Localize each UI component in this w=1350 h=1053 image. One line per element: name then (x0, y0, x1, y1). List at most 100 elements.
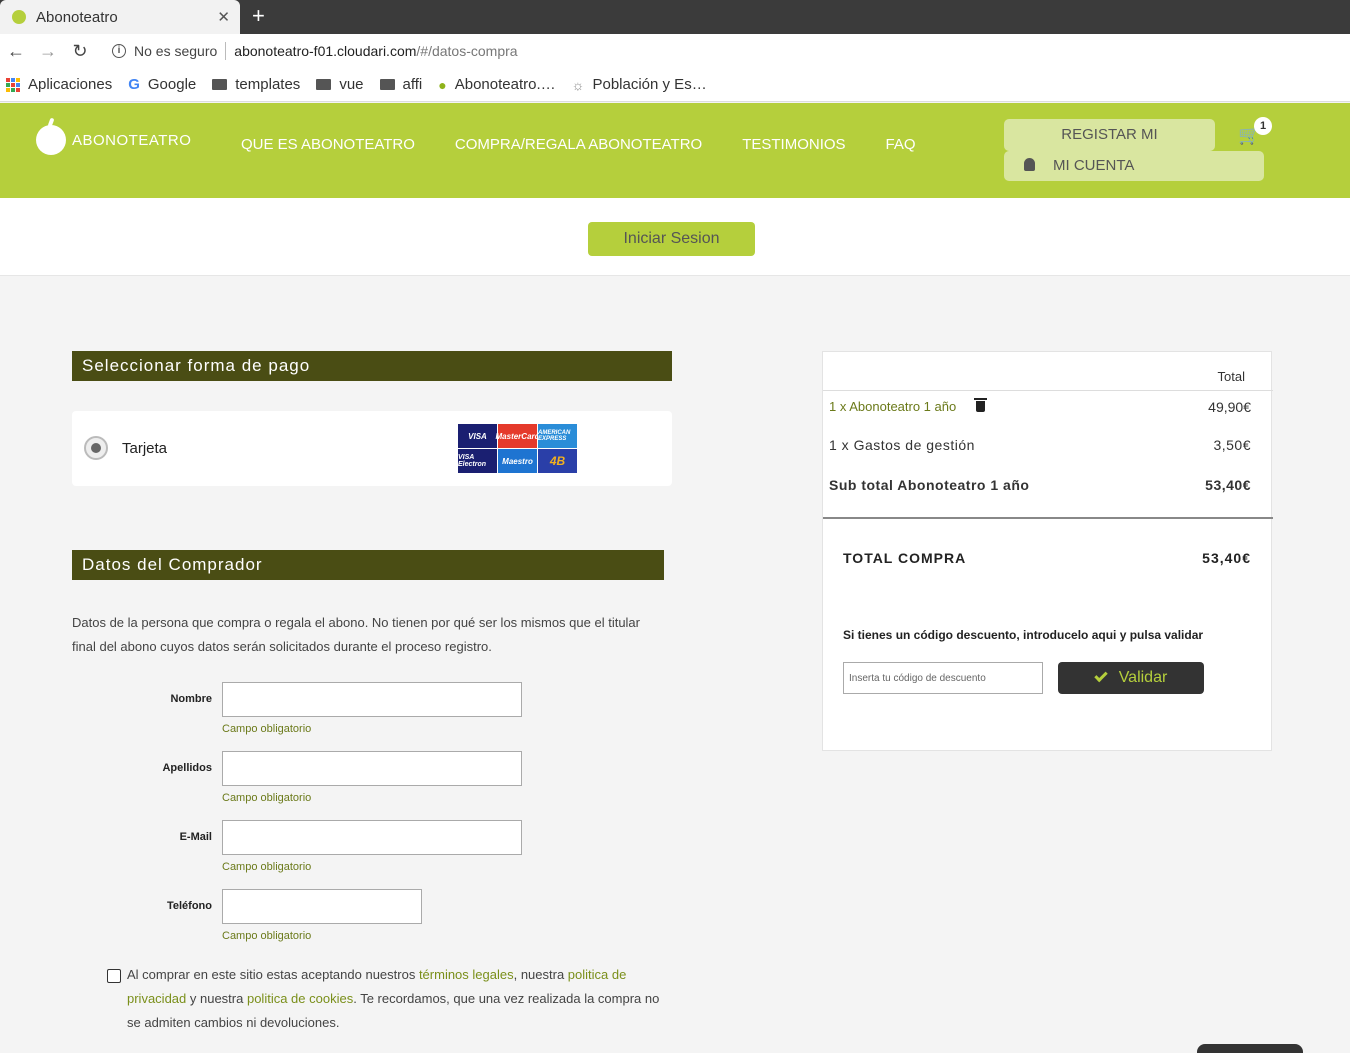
bookmark-label: vue (339, 76, 364, 93)
login-button[interactable]: Iniciar Sesion (588, 222, 755, 256)
buyer-heading: Datos del Comprador (72, 550, 664, 580)
bookmark-affi[interactable]: affi (379, 76, 423, 93)
form-row-telefono: Teléfono Campo obligatorio (72, 889, 672, 949)
order-summary: Total 1 x Abonoteatro 1 año 49,90€ 1 x G… (822, 351, 1273, 751)
buyer-description: Datos de la persona que compra o regala … (72, 615, 640, 654)
item-name: 1 x Gastos de gestión (829, 437, 975, 453)
nav-que-es[interactable]: QUE ES ABONOTEATRO (241, 136, 415, 153)
summary-divider (823, 517, 1273, 519)
forward-icon[interactable]: → (32, 41, 64, 62)
email-input[interactable] (222, 820, 522, 855)
bookmark-label: affi (402, 76, 423, 93)
nav-compra-regala[interactable]: COMPRA/REGALA ABONOTEATRO (455, 136, 702, 153)
bookmark-apps[interactable]: Aplicaciones (6, 76, 112, 93)
abonoteatro-favicon-icon: ● (438, 76, 447, 93)
site-logo[interactable]: ABONOTEATRO (36, 125, 191, 155)
summary-item-abono: 1 x Abonoteatro 1 año 49,90€ (829, 398, 1251, 415)
logo-text: ABONOTEATRO (72, 131, 192, 149)
cookie-policy-link[interactable]: politica de cookies (247, 991, 353, 1006)
email-label: E-Mail (179, 831, 212, 843)
bookmark-abonoteatro[interactable]: ● Abonoteatro.… (438, 76, 555, 93)
user-icon (1024, 158, 1035, 171)
nombre-required: Campo obligatorio (222, 723, 312, 735)
trash-icon[interactable] (974, 398, 988, 412)
item-price: 49,90€ (1208, 399, 1251, 415)
bookmark-label: Abonoteatro.… (454, 76, 556, 93)
sun-icon: ☼ (571, 76, 585, 93)
continue-button-partial[interactable] (1197, 1044, 1303, 1053)
telefono-input[interactable] (222, 889, 422, 924)
nav-faq[interactable]: FAQ (886, 136, 916, 153)
browser-tab[interactable]: Abonoteatro ✕ (0, 0, 240, 34)
abonoteatro-favicon-icon (12, 10, 26, 24)
url-host: abonoteatro-f01.cloudari.com (234, 43, 417, 59)
telefono-required: Campo obligatorio (222, 930, 312, 942)
card-radio[interactable] (84, 436, 108, 460)
new-tab-icon[interactable]: + (252, 3, 265, 29)
payment-option-card[interactable]: Tarjeta VISA MasterCard AMERICAN EXPRESS… (72, 411, 672, 486)
folder-icon (212, 79, 228, 90)
nav-testimonios[interactable]: TESTIMONIOS (742, 136, 845, 153)
bookmark-label: Aplicaciones (28, 76, 113, 93)
apellidos-label: Apellidos (162, 762, 212, 774)
bookmark-label: Google (147, 76, 197, 93)
security-label: No es seguro (134, 43, 218, 59)
info-icon[interactable]: i (112, 44, 126, 58)
discount-code-input[interactable] (843, 662, 1043, 694)
payment-heading: Seleccionar forma de pago (72, 351, 672, 381)
card-logos: VISA MasterCard AMERICAN EXPRESS VISA El… (458, 424, 577, 473)
bookmark-label: Población y Es… (592, 76, 707, 93)
form-row-email: E-Mail Campo obligatorio (72, 820, 672, 880)
apple-logo-icon (36, 125, 66, 155)
check-icon (1093, 668, 1108, 683)
cart-count-badge: 1 (1254, 117, 1272, 135)
item-name[interactable]: 1 x Abonoteatro 1 año (829, 398, 988, 415)
bookmarks-bar: Aplicaciones G Google templates vue affi… (0, 68, 1350, 102)
mastercard-logo-icon: MasterCard (496, 424, 540, 448)
maestro-logo-icon: Maestro (498, 449, 537, 473)
item-price: 3,50€ (1213, 437, 1251, 453)
visa-electron-logo-icon: VISA Electron (458, 449, 497, 473)
visa-logo-icon: VISA (458, 424, 497, 448)
address-bar[interactable]: i No es seguro abonoteatro-f01.cloudari.… (100, 37, 1350, 65)
google-icon: G (128, 76, 140, 93)
back-icon[interactable]: ← (0, 41, 32, 62)
total-column-header: Total (1217, 369, 1245, 384)
my-account-button[interactable]: MI CUENTA (1004, 151, 1264, 181)
header-divider (823, 390, 1273, 391)
main-nav: QUE ES ABONOTEATRO COMPRA/REGALA ABONOTE… (241, 136, 916, 153)
bookmark-templates[interactable]: templates (212, 76, 300, 93)
grand-total-value: 53,40€ (1202, 550, 1251, 566)
grand-total: TOTAL COMPRA 53,40€ (843, 550, 1251, 566)
browser-tab-bar: Abonoteatro ✕ + (0, 0, 1350, 34)
grand-total-label: TOTAL COMPRA (843, 550, 967, 566)
terms-checkbox[interactable] (107, 969, 121, 983)
form-row-apellidos: Apellidos Campo obligatorio (72, 751, 672, 811)
nombre-input[interactable] (222, 682, 522, 717)
bookmark-label: templates (235, 76, 301, 93)
subtotal-value: 53,40€ (1205, 477, 1251, 493)
item-name-text: 1 x Abonoteatro 1 año (829, 399, 957, 414)
address-separator (225, 42, 227, 60)
browser-toolbar: ← → ↻ i No es seguro abonoteatro-f01.clo… (0, 34, 1350, 68)
tab-close-icon[interactable]: ✕ (217, 8, 230, 26)
bookmark-google[interactable]: G Google (128, 76, 196, 93)
account-label: MI CUENTA (1053, 157, 1135, 174)
discount-instructions: Si tienes un código descuento, introduce… (843, 628, 1204, 642)
apellidos-input[interactable] (222, 751, 522, 786)
validate-button[interactable]: Validar (1058, 662, 1204, 694)
bookmark-poblacion[interactable]: ☼ Población y Es… (572, 76, 707, 93)
summary-item-gastos: 1 x Gastos de gestión 3,50€ (829, 437, 1251, 453)
reload-icon[interactable]: ↻ (64, 41, 96, 62)
summary-subtotal: Sub total Abonoteatro 1 año 53,40€ (829, 477, 1251, 493)
amex-logo-icon: AMERICAN EXPRESS (538, 424, 577, 448)
terms-part: y nuestra (186, 991, 247, 1006)
payment-option-label: Tarjeta (122, 440, 168, 457)
validate-label: Validar (1118, 669, 1168, 686)
folder-icon (316, 79, 332, 90)
bookmark-vue[interactable]: vue (316, 76, 364, 93)
form-row-nombre: Nombre Campo obligatorio (72, 682, 672, 742)
register-abono-button[interactable]: REGISTAR MI ABONOTEATRO (1004, 119, 1215, 175)
terms-part: , nuestra (513, 967, 568, 982)
legal-terms-link[interactable]: términos legales (419, 967, 514, 982)
